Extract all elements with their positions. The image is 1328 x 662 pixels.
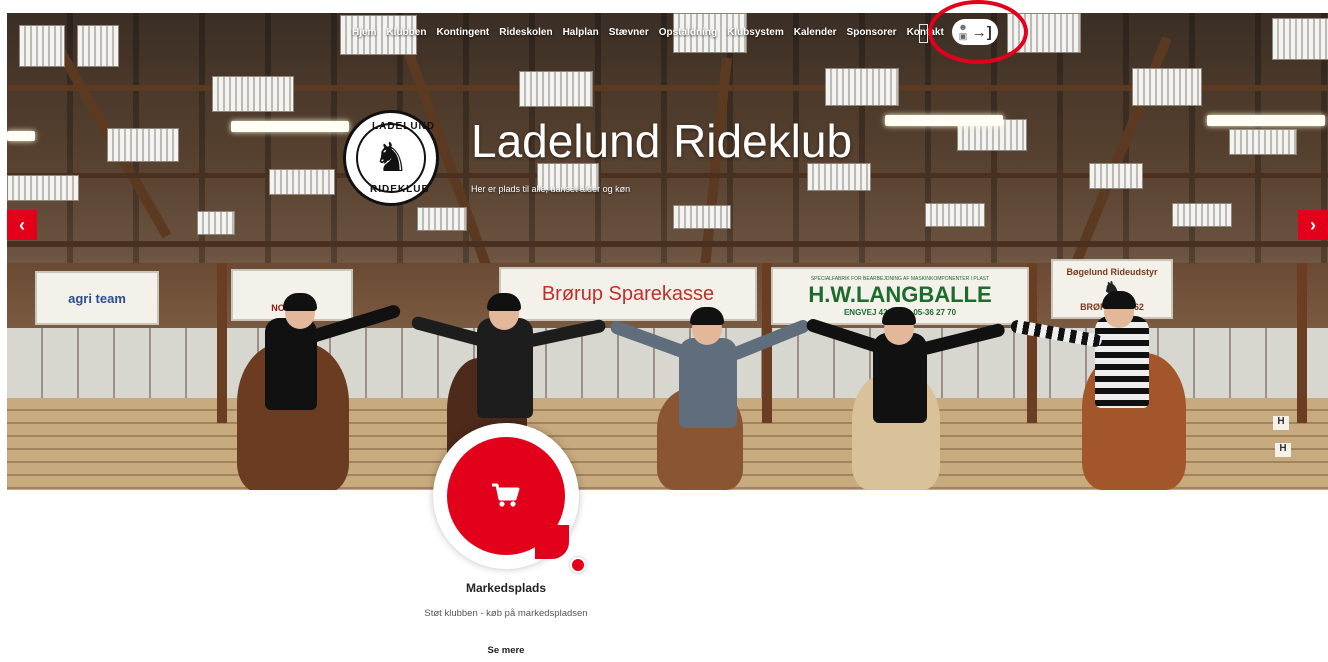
skylight [107,128,179,162]
marketplace-dot [570,557,586,573]
skylight [7,175,79,201]
wall-post [217,263,227,423]
wall-post [1297,263,1307,423]
skylight [1132,68,1202,106]
ceiling-lamp [7,131,35,141]
skylight [77,25,119,67]
rider-helmet [1102,291,1136,309]
marketplace-icon-button[interactable] [447,437,565,555]
chevron-left-icon: ‹ [19,214,25,235]
nav-item-rideskolen[interactable]: Rideskolen [494,27,557,38]
marketplace-more-link[interactable]: Se mere [446,645,566,656]
highlight-circle [928,0,1028,64]
nav-item-hjem[interactable]: Hjem [347,27,381,38]
skylight [1089,163,1143,189]
marketplace-description: Støt klubben - køb på markedspladsen [424,608,588,619]
page-subtitle: Her er plads til alle, uanset alder og k… [471,184,631,194]
nav-item-staevner[interactable]: Stævner [604,27,654,38]
rider [477,318,533,418]
skylight [1172,203,1232,227]
skylight [825,68,899,106]
skylight [19,25,65,67]
rider-helmet [283,293,317,311]
arena-letter: H [1275,443,1291,457]
page-title: Ladelund Rideklub [471,115,853,167]
skylight [417,207,467,231]
shopping-cart-icon [492,483,520,507]
logo-text-bottom: RIDEKLUB [370,184,430,195]
ceiling-lamp [885,115,1003,126]
skylight [1229,129,1297,155]
skylight [519,71,593,107]
skylight [925,203,985,227]
ceiling-lamp [231,121,349,132]
skylight [197,211,235,235]
chevron-right-icon: › [1310,214,1316,235]
nav-item-kalender[interactable]: Kalender [789,27,842,38]
ceiling-lamp [1207,115,1325,126]
nav-item-halplan[interactable]: Halplan [558,27,604,38]
nav-search-toggle[interactable] [919,24,928,43]
slider-prev-button[interactable]: ‹ [7,210,37,240]
slider-next-button[interactable]: › [1298,210,1328,240]
nav-item-klubsystem[interactable]: Klubsystem [722,27,789,38]
nav-item-klubben[interactable]: Klubben [381,27,431,38]
rider-helmet [690,307,724,325]
main-nav: Hjem Klubben Kontingent Rideskolen Halpl… [347,27,949,38]
nav-item-sponsorer[interactable]: Sponsorer [842,27,902,38]
roof-beam [7,85,1328,91]
nav-item-kontingent[interactable]: Kontingent [431,27,494,38]
sponsor-banner-team: agri team [35,271,159,325]
skylight [212,76,294,112]
logo-text-top: LADELUND [372,121,435,132]
horse-head-icon: ♞ [356,123,426,193]
rider-helmet [882,307,916,325]
hero-slider: agri team NORDISK Brørup Sparekasse SPEC… [7,13,1328,490]
rider [1095,316,1149,408]
skylight [1272,18,1328,60]
club-logo: LADELUND ♞ RIDEKLUB [343,110,439,206]
rider-helmet [487,293,521,311]
skylight [269,169,335,195]
nav-item-opstaldning[interactable]: Opstaldning [654,27,722,38]
roof-beam [7,241,1328,247]
marketplace-title: Markedsplads [465,581,547,595]
arena-letter: H [1273,416,1289,430]
skylight [673,205,731,229]
